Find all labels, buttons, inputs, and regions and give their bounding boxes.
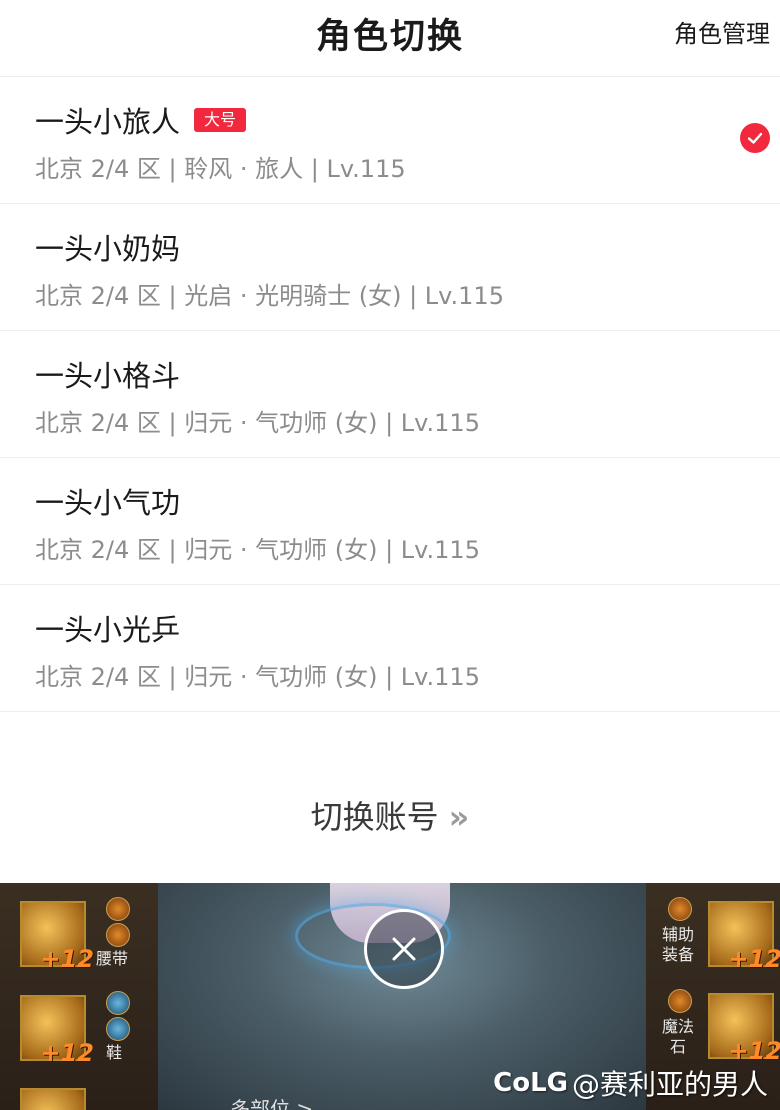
enhance-level: +12 — [40, 1039, 94, 1067]
role-list: 一头小旅人 大号 北京 2/4 区 | 聆风 · 旅人 | Lv.115 一头小… — [0, 77, 780, 712]
role-row[interactable]: 一头小光乒 北京 2/4 区 | 归元 · 气功师 (女) | Lv.115 — [0, 585, 780, 712]
accessory-label: 辅助 装备 — [661, 925, 694, 964]
role-row[interactable]: 一头小格斗 北京 2/4 区 | 归元 · 气功师 (女) | Lv.115 — [0, 331, 780, 458]
chevron-right-icon: » — [448, 798, 470, 836]
gem-icon — [106, 991, 130, 1015]
watermark: CoLG @赛利亚的男人 — [493, 1063, 768, 1103]
equipment-slot: +12 — [20, 995, 94, 1067]
role-name: 一头小奶妈 — [35, 232, 181, 266]
role-name: 一头小旅人 — [35, 105, 181, 139]
role-info: 北京 2/4 区 | 归元 · 气功师 (女) | Lv.115 — [35, 663, 480, 691]
belt-label: 腰带 — [96, 949, 129, 968]
header: 角色切换 角色管理 — [0, 0, 780, 77]
equipment-slot: +12 — [20, 901, 94, 973]
watermark-text: @赛利亚的男人 — [571, 1068, 768, 1101]
gem-icon — [106, 923, 130, 947]
page-title: 角色切换 — [315, 17, 464, 57]
equipment-slot: +12 — [708, 993, 780, 1065]
close-icon — [392, 937, 416, 961]
role-name: 一头小格斗 — [35, 359, 181, 393]
close-button[interactable] — [364, 909, 444, 989]
shoes-label: 鞋 — [106, 1043, 123, 1062]
enhance-level: +12 — [728, 1037, 780, 1065]
switch-account-button[interactable]: 切换账号» — [0, 792, 780, 838]
equipment-slot — [20, 1088, 86, 1110]
role-row[interactable]: 一头小奶妈 北京 2/4 区 | 光启 · 光明骑士 (女) | Lv.115 — [0, 204, 780, 331]
role-info: 北京 2/4 区 | 归元 · 气功师 (女) | Lv.115 — [35, 536, 480, 564]
gem-icon — [668, 897, 692, 921]
colg-logo: CoLG — [493, 1068, 568, 1098]
role-name: 一头小光乒 — [35, 613, 181, 647]
gem-icon — [668, 989, 692, 1013]
enhance-level: +12 — [40, 945, 94, 973]
role-row[interactable]: 一头小气功 北京 2/4 区 | 归元 · 气功师 (女) | Lv.115 — [0, 458, 780, 585]
main-account-badge: 大号 — [194, 108, 247, 132]
enhance-level: +12 — [728, 945, 780, 973]
role-manage-button[interactable]: 角色管理 — [674, 14, 770, 49]
equipment-slot: +12 — [708, 901, 780, 973]
role-row[interactable]: 一头小旅人 大号 北京 2/4 区 | 聆风 · 旅人 | Lv.115 — [0, 77, 780, 204]
switch-account-label: 切换账号 — [310, 798, 439, 836]
role-info: 北京 2/4 区 | 聆风 · 旅人 | Lv.115 — [35, 155, 406, 183]
game-background: +12 腰带 +12 鞋 辅助 装备 +12 魔法 石 +12 多部位 > Co… — [0, 883, 780, 1110]
role-info: 北京 2/4 区 | 归元 · 气功师 (女) | Lv.115 — [35, 409, 480, 437]
bottom-peek-text: 多部位 > — [230, 1097, 314, 1110]
role-name: 一头小气功 — [35, 486, 181, 520]
left-equipment-panel: +12 腰带 +12 鞋 — [0, 883, 158, 1110]
gem-icon — [106, 897, 130, 921]
gem-icon — [106, 1017, 130, 1041]
role-info: 北京 2/4 区 | 光启 · 光明骑士 (女) | Lv.115 — [35, 282, 504, 310]
magic-stone-label: 魔法 石 — [661, 1017, 694, 1056]
selected-check-icon — [740, 123, 770, 153]
